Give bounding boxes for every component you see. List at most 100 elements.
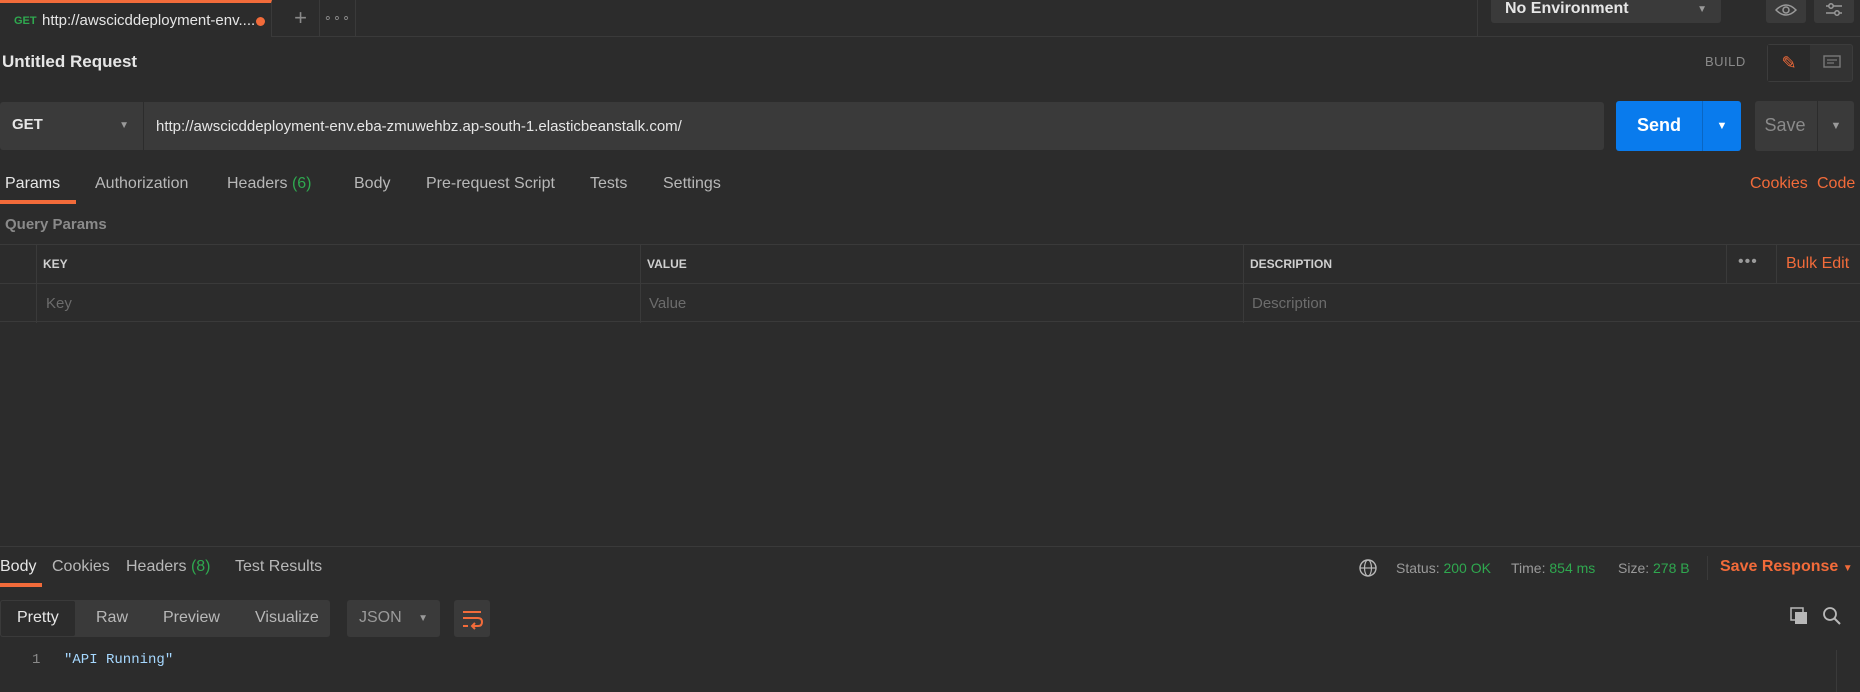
headers-count: (6) bbox=[291, 175, 312, 192]
tab-params[interactable]: Params bbox=[5, 175, 60, 193]
divider bbox=[640, 245, 641, 323]
description-input[interactable]: Description bbox=[1252, 295, 1327, 312]
size-label: Size: bbox=[1618, 560, 1650, 576]
build-mode-label: BUILD bbox=[1705, 54, 1746, 69]
tab-label: Headers bbox=[126, 558, 187, 575]
format-visualize[interactable]: Visualize bbox=[255, 609, 319, 627]
globe-icon[interactable] bbox=[1358, 558, 1378, 583]
column-header-key: KEY bbox=[43, 257, 68, 271]
tab-title: http://awscicddeployment-env.... bbox=[42, 12, 256, 29]
wrap-lines-button[interactable] bbox=[454, 600, 490, 637]
key-input[interactable]: Key bbox=[46, 295, 72, 312]
method-label: GET bbox=[12, 116, 43, 133]
divider bbox=[1726, 245, 1727, 284]
response-tab-headers[interactable]: Headers (8) bbox=[126, 558, 211, 576]
more-tabs-button[interactable]: ∘∘∘ bbox=[320, 0, 356, 37]
format-raw[interactable]: Raw bbox=[96, 609, 128, 627]
size-readout: Size: 278 B bbox=[1618, 560, 1690, 576]
environment-select[interactable]: No Environment ▼ bbox=[1491, 0, 1721, 23]
chevron-down-icon: ▼ bbox=[1842, 563, 1853, 574]
chevron-down-icon: ▼ bbox=[119, 120, 129, 131]
tab-label: Params bbox=[5, 175, 61, 192]
query-params-title: Query Params bbox=[5, 216, 107, 233]
save-button[interactable]: Save ▼ bbox=[1755, 101, 1854, 151]
save-response-button[interactable]: Save Response ▼ bbox=[1720, 558, 1853, 576]
tab-headers[interactable]: Headers (6) bbox=[227, 175, 312, 193]
divider bbox=[1243, 245, 1244, 323]
tab-label: Body bbox=[354, 175, 391, 192]
divider bbox=[0, 546, 1860, 547]
edit-comment-group: ✎ bbox=[1767, 44, 1853, 82]
tab-label: Headers bbox=[227, 175, 288, 192]
headers-count: (8) bbox=[190, 558, 211, 575]
divider bbox=[36, 245, 37, 323]
more-options-icon[interactable]: ••• bbox=[1738, 253, 1758, 271]
environment-quick-look-button[interactable] bbox=[1766, 0, 1806, 23]
tab-label: Pre-request Script bbox=[426, 175, 555, 192]
active-tab-indicator bbox=[0, 583, 42, 587]
tab-method-label: GET bbox=[14, 15, 37, 27]
divider bbox=[1477, 0, 1478, 37]
divider bbox=[1707, 556, 1708, 580]
code-text[interactable]: "API Running" bbox=[64, 652, 173, 668]
unsaved-dot-icon bbox=[256, 17, 265, 26]
new-tab-button[interactable]: + bbox=[282, 0, 320, 37]
language-label: JSON bbox=[359, 609, 402, 626]
response-tab-cookies[interactable]: Cookies bbox=[52, 558, 110, 576]
chevron-down-icon: ▼ bbox=[1697, 4, 1707, 15]
bulk-edit-link[interactable]: Bulk Edit bbox=[1786, 255, 1849, 273]
tab-label: Tests bbox=[590, 175, 628, 192]
comment-icon[interactable] bbox=[1811, 45, 1853, 81]
tab-pre-request-script[interactable]: Pre-request Script bbox=[426, 175, 555, 193]
pencil-icon[interactable]: ✎ bbox=[1768, 45, 1810, 81]
value-input[interactable]: Value bbox=[649, 295, 686, 312]
url-input[interactable] bbox=[144, 102, 1604, 150]
tab-label: Authorization bbox=[95, 175, 189, 192]
cookies-link[interactable]: Cookies bbox=[1750, 175, 1808, 193]
save-response-label: Save Response bbox=[1720, 558, 1839, 575]
scrollbar[interactable] bbox=[1836, 650, 1837, 692]
params-table: KEY VALUE DESCRIPTION ••• Bulk Edit Key … bbox=[0, 244, 1860, 323]
format-toggle-group: Pretty Raw Preview Visualize bbox=[0, 600, 330, 637]
tab-label: Settings bbox=[663, 175, 721, 192]
eye-icon bbox=[1774, 4, 1798, 16]
chevron-down-icon[interactable]: ▼ bbox=[1818, 101, 1854, 151]
send-label: Send bbox=[1636, 115, 1681, 135]
response-tab-body[interactable]: Body bbox=[0, 558, 36, 576]
time-value[interactable]: 854 ms bbox=[1549, 560, 1595, 576]
language-select[interactable]: JSON ▼ bbox=[347, 600, 440, 637]
tab-label: Cookies bbox=[52, 558, 110, 575]
tab-settings[interactable]: Settings bbox=[663, 175, 721, 193]
copy-icon[interactable] bbox=[1788, 605, 1810, 632]
status-readout: Status: 200 OK bbox=[1396, 560, 1491, 576]
response-tab-test-results[interactable]: Test Results bbox=[235, 558, 322, 576]
tab-label: Body bbox=[0, 558, 37, 575]
sliders-icon bbox=[1826, 3, 1842, 16]
format-pretty[interactable]: Pretty bbox=[17, 609, 59, 627]
send-button[interactable]: Send ▼ bbox=[1616, 101, 1741, 151]
request-tab[interactable]: GET http://awscicddeployment-env.... bbox=[0, 0, 272, 37]
tab-authorization[interactable]: Authorization bbox=[95, 175, 188, 193]
code-link[interactable]: Code bbox=[1817, 175, 1855, 193]
format-preview[interactable]: Preview bbox=[163, 609, 220, 627]
method-select[interactable]: GET ▼ bbox=[0, 102, 143, 150]
request-name[interactable]: Untitled Request bbox=[2, 52, 137, 72]
time-label: Time: bbox=[1511, 560, 1546, 576]
line-number: 1 bbox=[32, 652, 41, 668]
column-header-description: DESCRIPTION bbox=[1250, 257, 1333, 271]
wrap-icon bbox=[463, 611, 484, 630]
tab-tests[interactable]: Tests bbox=[590, 175, 627, 193]
chevron-down-icon[interactable]: ▼ bbox=[1703, 101, 1741, 151]
column-header-value: VALUE bbox=[647, 257, 687, 271]
size-value[interactable]: 278 B bbox=[1653, 560, 1690, 576]
save-label: Save bbox=[1764, 115, 1806, 135]
active-tab-indicator bbox=[0, 200, 76, 204]
status-value[interactable]: 200 OK bbox=[1443, 560, 1490, 576]
tab-label: Test Results bbox=[235, 558, 323, 575]
environment-label: No Environment bbox=[1505, 0, 1629, 17]
tab-body[interactable]: Body bbox=[354, 175, 390, 193]
table-header-row bbox=[0, 245, 1860, 284]
search-icon[interactable] bbox=[1821, 605, 1843, 632]
manage-environments-button[interactable] bbox=[1814, 0, 1854, 23]
status-label: Status: bbox=[1396, 560, 1440, 576]
